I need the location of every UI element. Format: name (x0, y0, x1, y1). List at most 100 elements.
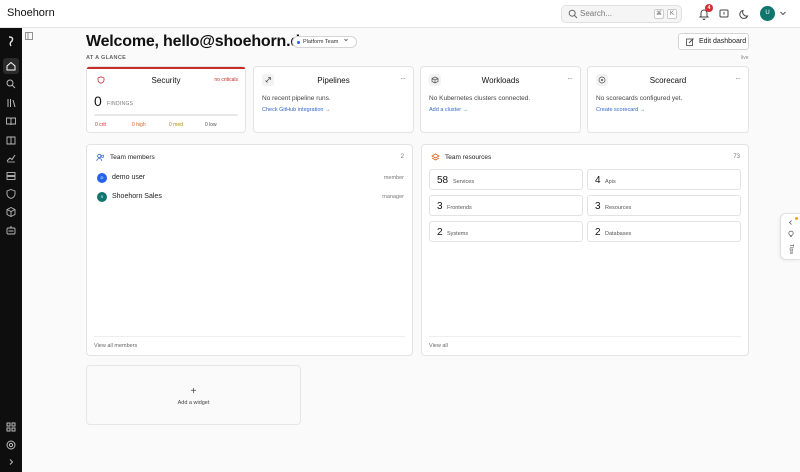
resource-count: 2 (437, 227, 443, 238)
search-icon[interactable] (5, 78, 17, 90)
scorecard-empty-text: No scorecards configured yet. (596, 95, 683, 102)
resource-tile-resources[interactable]: 3 Resources (587, 195, 741, 216)
team-members-title: Team members (110, 154, 155, 161)
team-resources-title: Team resources (445, 154, 492, 161)
top-bar: Shoehorn Search... ⌘ K 4 U (0, 0, 800, 28)
package-icon[interactable] (5, 206, 17, 218)
docs-icon[interactable] (5, 134, 17, 146)
resource-count: 4 (595, 175, 601, 186)
findings-label: FINDINGS (107, 101, 134, 107)
layers-icon (431, 153, 440, 161)
pipelines-card[interactable]: Pipelines ··· No recent pipeline runs. C… (253, 66, 414, 133)
add-widget-button[interactable]: + Add a widget (86, 365, 301, 425)
low-count: 0 low (205, 122, 217, 128)
resource-count: 2 (595, 227, 601, 238)
plus-icon: + (190, 386, 197, 397)
book-icon[interactable] (5, 115, 17, 127)
view-all-resources-link[interactable]: View all (429, 343, 448, 349)
user-avatar[interactable]: U (760, 6, 775, 21)
edit-dashboard-label: Edit dashboard (699, 38, 747, 45)
collapse-panel-icon[interactable] (25, 32, 33, 40)
member-name: demo user (112, 174, 146, 181)
resource-tile-apis[interactable]: 4 Apis (587, 169, 741, 190)
workloads-card[interactable]: Workloads ··· No Kubernetes clusters con… (420, 66, 581, 133)
shortcut-key-cmd: ⌘ (654, 9, 664, 19)
chevron-down-icon (344, 38, 348, 42)
robot-icon[interactable] (5, 224, 17, 236)
scorecard-card[interactable]: Scorecard ··· No scorecards configured y… (587, 66, 749, 133)
security-card[interactable]: Security no criticals 0 FINDINGS 0 crit … (86, 66, 246, 133)
resource-tile-databases[interactable]: 2 Databases (587, 221, 741, 242)
home-icon[interactable] (5, 60, 17, 72)
pipelines-empty-text: No recent pipeline runs. (262, 95, 331, 102)
resource-tile-frontends[interactable]: 3 Frontends (429, 195, 583, 216)
search-placeholder: Search... (580, 9, 613, 18)
resource-tile-services[interactable]: 58 Services (429, 169, 583, 190)
page-title: Welcome, hello@shoehorn.dev (86, 33, 318, 50)
help-icon[interactable] (5, 439, 17, 451)
widgets-icon[interactable] (5, 421, 17, 433)
member-role: manager (382, 194, 404, 200)
crit-count: 0 crit (95, 122, 106, 128)
more-icon[interactable]: ··· (735, 74, 741, 83)
app-title[interactable]: Shoehorn (7, 7, 55, 19)
resource-count: 3 (437, 201, 443, 212)
member-row[interactable]: S Shoehorn Sales manager (97, 192, 404, 204)
team-selector[interactable]: Platform Team (292, 36, 357, 48)
divider (94, 336, 405, 337)
chevron-left-icon (788, 220, 792, 225)
resource-label: Databases (605, 231, 632, 237)
member-name: Shoehorn Sales (112, 193, 162, 200)
workloads-title: Workloads (481, 76, 520, 85)
security-status-bar (87, 67, 245, 69)
edit-icon (686, 38, 694, 46)
logo-icon[interactable] (5, 35, 17, 47)
resource-label: Systems (447, 231, 469, 237)
med-count: 0 med (169, 122, 183, 128)
avatar: D (97, 173, 107, 183)
section-label: AT A GLANCE (86, 55, 127, 61)
live-indicator: live (741, 55, 749, 61)
tips-notification-dot (795, 217, 798, 220)
tips-label: Tips (788, 244, 794, 255)
library-icon[interactable] (5, 97, 17, 109)
create-scorecard-link[interactable]: Create scorecard → (596, 107, 645, 113)
resource-label: Frontends (447, 205, 472, 211)
resource-count: 58 (437, 175, 449, 186)
findings-progress-bar (94, 114, 238, 116)
moon-icon[interactable] (738, 7, 752, 21)
shortcut-key-k: K (667, 9, 677, 19)
member-role: member (383, 175, 404, 181)
team-resources-panel: Team resources 73 58 Services 4 Apis 3 F… (421, 144, 749, 356)
chart-icon[interactable] (5, 152, 17, 164)
more-icon[interactable]: ··· (400, 74, 406, 83)
resource-label: Services (453, 179, 475, 185)
member-row[interactable]: D demo user member (97, 173, 404, 185)
edit-dashboard-button[interactable]: Edit dashboard (678, 33, 749, 50)
feedback-icon[interactable] (717, 7, 731, 21)
security-status: no criticals (214, 77, 238, 83)
team-resources-count: 73 (733, 154, 740, 160)
resource-count: 3 (595, 201, 601, 212)
add-widget-label: Add a widget (177, 400, 210, 406)
server-icon[interactable] (5, 170, 17, 182)
search-input[interactable]: Search... ⌘ K (561, 5, 682, 23)
avatar: S (97, 192, 107, 202)
more-icon[interactable]: ··· (567, 74, 573, 83)
notification-badge: 4 (705, 4, 713, 12)
check-github-link[interactable]: Check GitHub integration → (262, 107, 330, 113)
expand-sidebar-icon[interactable] (5, 456, 17, 468)
chevron-down-icon[interactable] (778, 8, 788, 18)
shield-icon[interactable] (5, 188, 17, 200)
workloads-empty-text: No Kubernetes clusters connected. (429, 95, 531, 102)
lightbulb-icon (788, 230, 794, 237)
resource-tile-systems[interactable]: 2 Systems (429, 221, 583, 242)
tips-tab[interactable]: Tips (780, 213, 800, 260)
team-members-panel: Team members 2 D demo user member S Shoe… (86, 144, 413, 356)
findings-count: 0 (94, 93, 102, 109)
add-cluster-link[interactable]: Add a cluster → (429, 107, 468, 113)
pipelines-title: Pipelines (317, 76, 350, 85)
resource-label: Apis (605, 179, 616, 185)
view-all-members-link[interactable]: View all members (94, 343, 137, 349)
divider (429, 336, 741, 337)
